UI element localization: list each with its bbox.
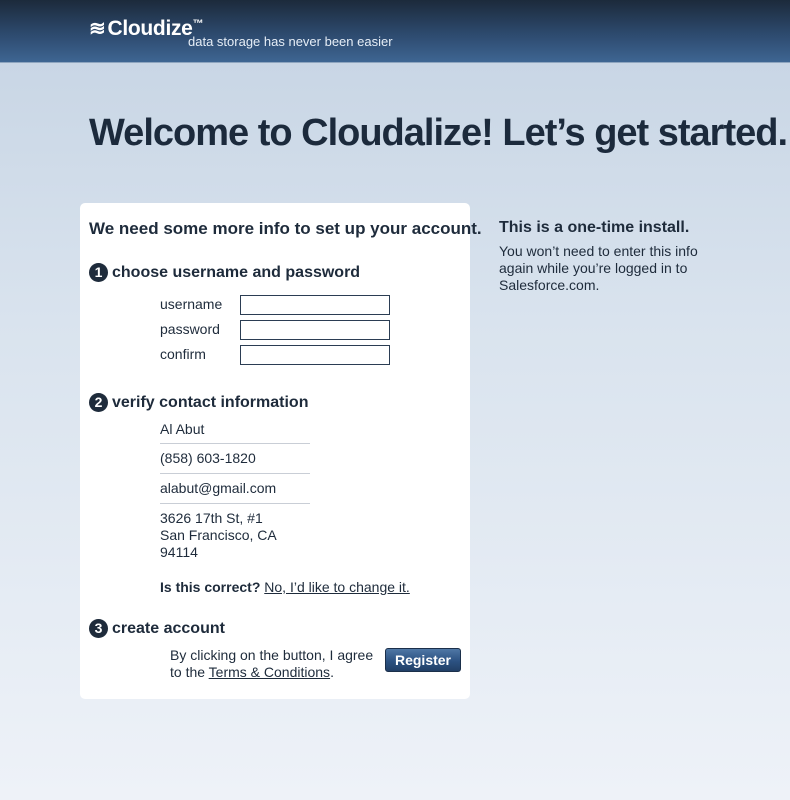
- terms-link[interactable]: Terms & Conditions: [209, 664, 330, 680]
- tagline: data storage has never been easier: [188, 34, 393, 49]
- step-3-number-icon: 3: [89, 619, 108, 638]
- address-line-1: 3626 17th St, #1: [160, 510, 263, 526]
- side-text: You won’t need to enter this info again …: [499, 243, 698, 293]
- register-button[interactable]: Register: [385, 648, 461, 672]
- contact-name: Al Abut: [160, 421, 205, 437]
- terms-suffix: .: [330, 664, 334, 680]
- step-2-label: verify contact information: [112, 393, 309, 411]
- step-1-label: choose username and password: [112, 263, 361, 281]
- step-1-number-icon: 1: [89, 263, 108, 282]
- app-header: ≋Cloudize™ data storage has never been e…: [0, 0, 790, 63]
- card-title: We need some more info to set up your ac…: [89, 219, 482, 238]
- contact-email: alabut@gmail.com: [160, 480, 277, 496]
- step-2-heading: 2 verify contact information: [89, 393, 308, 412]
- password-label: password: [160, 321, 220, 337]
- trademark-mark: ™: [192, 18, 204, 30]
- setup-form-card: We need some more info to set up your ac…: [80, 203, 482, 699]
- contact-divider: [160, 473, 310, 474]
- step-3-heading: 3 create account: [89, 619, 225, 638]
- correct-question: Is this correct?: [160, 579, 261, 595]
- logo-text: Cloudize: [107, 17, 193, 40]
- username-input[interactable]: [240, 295, 390, 315]
- step-3-label: create account: [112, 619, 225, 637]
- change-contact-link[interactable]: No, I’d like to change it.: [264, 579, 410, 595]
- address-line-2: San Francisco, CA: [160, 527, 277, 543]
- confirm-label: confirm: [160, 346, 206, 362]
- contact-phone: (858) 603-1820: [160, 450, 256, 466]
- step-1-heading: 1 choose username and password: [89, 263, 360, 282]
- side-title: This is a one-time install.: [499, 219, 690, 236]
- contact-divider: [160, 443, 310, 444]
- contact-address: 3626 17th St, #1 San Francisco, CA 94114: [160, 510, 277, 561]
- terms-agreement: By clicking on the button, I agree to th…: [170, 647, 385, 681]
- password-input[interactable]: [240, 320, 390, 340]
- confirm-password-input[interactable]: [240, 345, 390, 365]
- confirm-contact-row: Is this correct? No, I’d like to change …: [160, 579, 410, 595]
- cloudize-logo[interactable]: ≋Cloudize™: [89, 16, 204, 41]
- username-label: username: [160, 296, 223, 312]
- page-title: Welcome to Cloudalize! Let’s get started…: [89, 112, 788, 154]
- address-line-3: 94114: [160, 544, 198, 560]
- contact-divider: [160, 503, 310, 504]
- cloud-waves-icon: ≋: [89, 18, 106, 40]
- step-2-number-icon: 2: [89, 393, 108, 412]
